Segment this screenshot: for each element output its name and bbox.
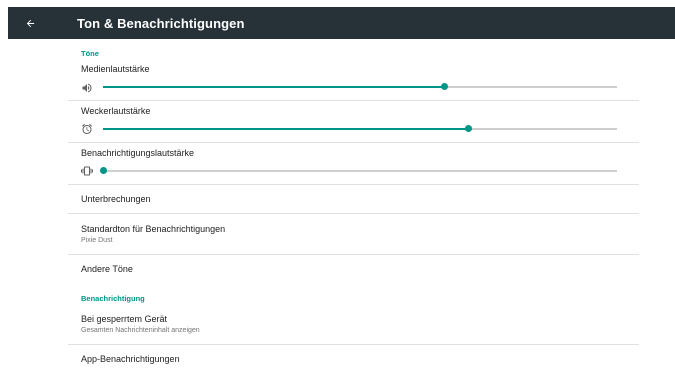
arrow-back-icon bbox=[26, 19, 34, 27]
alarm-volume-slider[interactable] bbox=[103, 124, 617, 134]
app-notifications-label: App-Benachrichtigungen bbox=[81, 354, 180, 364]
other-sounds-label: Andere Töne bbox=[81, 264, 133, 274]
lock-screen-value: Gesamten Nachrichteninhalt anzeigen bbox=[81, 327, 200, 334]
lock-screen-title: Bei gesperrtem Gerät bbox=[81, 314, 168, 324]
section-header-notification: Benachrichtigung bbox=[81, 294, 145, 303]
alarm-volume-label: Weckerlautstärke bbox=[81, 106, 151, 116]
divider bbox=[68, 142, 639, 143]
slider-fill bbox=[103, 128, 469, 130]
default-tone-title: Standardton für Benachrichtigungen bbox=[81, 224, 226, 234]
slider-thumb[interactable] bbox=[100, 167, 107, 174]
alarm-clock-icon bbox=[82, 123, 92, 134]
slider-thumb[interactable] bbox=[441, 83, 449, 90]
default-tone-value: Pixie Dust bbox=[81, 237, 113, 244]
speaker-icon bbox=[82, 83, 92, 93]
media-volume-label: Medienlautstärke bbox=[81, 64, 150, 74]
media-volume-slider[interactable] bbox=[103, 82, 617, 92]
slider-fill bbox=[103, 86, 445, 88]
interruptions-label: Unterbrechungen bbox=[81, 194, 151, 204]
slider-track bbox=[103, 170, 617, 172]
section-header-tones: Töne bbox=[81, 49, 99, 58]
app-bar: Ton & Benachrichtigungen bbox=[8, 7, 675, 39]
divider bbox=[68, 100, 639, 101]
default-notification-tone-item[interactable] bbox=[68, 214, 639, 254]
notification-volume-label: Benachrichtigungslautstärke bbox=[81, 148, 195, 158]
interruptions-item[interactable] bbox=[68, 185, 639, 213]
notification-volume-slider[interactable] bbox=[100, 166, 617, 176]
back-button[interactable] bbox=[20, 13, 40, 33]
slider-thumb[interactable] bbox=[465, 125, 473, 132]
page-title: Ton & Benachrichtigungen bbox=[77, 16, 245, 31]
lock-screen-item[interactable] bbox=[68, 306, 639, 344]
other-sounds-item[interactable] bbox=[68, 255, 639, 285]
vibrate-icon bbox=[81, 166, 93, 176]
